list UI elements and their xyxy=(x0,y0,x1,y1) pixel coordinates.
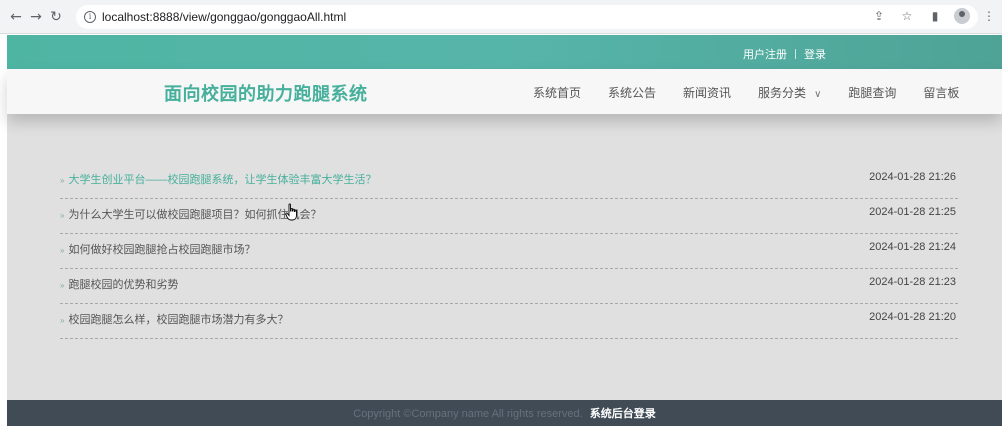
star-icon[interactable]: ☆ xyxy=(898,7,916,25)
browser-toolbar: ← → ↻ i localhost:8888/view/gonggao/gong… xyxy=(0,0,1002,34)
address-bar[interactable]: i localhost:8888/view/gonggao/gonggaoAll… xyxy=(76,4,978,29)
nav-item-service-category[interactable]: 服务分类 xyxy=(758,84,821,101)
site-info-icon[interactable]: i xyxy=(84,10,96,23)
nav-item-notices[interactable]: 系统公告 xyxy=(608,84,656,101)
profile-avatar-icon[interactable] xyxy=(954,8,970,24)
site-footer: Copyright ©Company name All rights reser… xyxy=(7,400,1002,426)
more-menu-icon[interactable]: ⋮ xyxy=(980,7,998,25)
copyright-text: Copyright ©Company name All rights reser… xyxy=(353,408,583,420)
list-item[interactable]: » 跑腿校园的优势和劣势 2024-01-28 21:23 xyxy=(60,269,958,304)
notice-date: 2024-01-28 21:20 xyxy=(869,311,956,323)
login-link[interactable]: 登录 xyxy=(804,46,826,62)
notice-title[interactable]: » 校园跑腿怎么样，校园跑腿市场潜力有多大？ xyxy=(60,311,288,327)
notice-list: » 大学生创业平台——校园跑腿系统，让学生体验丰富大学生活？ 2024-01-28… xyxy=(60,164,958,339)
notice-date: 2024-01-28 21:24 xyxy=(869,241,956,253)
url-text: localhost:8888/view/gonggao/gonggaoAll.h… xyxy=(102,9,347,24)
main-nav: 系统首页 系统公告 新闻资讯 服务分类 跑腿查询 留言板 xyxy=(533,84,986,101)
site-title[interactable]: 面向校园的助力跑腿系统 xyxy=(164,80,368,106)
hand-cursor-icon xyxy=(285,203,297,221)
notice-title[interactable]: » 如何做好校园跑腿抢占校园跑腿市场？ xyxy=(60,241,255,257)
reload-icon[interactable]: ↻ xyxy=(46,7,66,27)
list-item[interactable]: » 如何做好校园跑腿抢占校园跑腿市场？ 2024-01-28 21:24 xyxy=(60,234,958,269)
divider xyxy=(795,49,796,59)
back-arrow-icon[interactable]: ← xyxy=(6,7,26,27)
page: 用户注册 登录 面向校园的助力跑腿系统 系统首页 系统公告 新闻资讯 服务分类 … xyxy=(7,35,1002,426)
notice-title[interactable]: » 为什么大学生可以做校园跑腿项目？如何抓住机会？ xyxy=(60,206,321,222)
notice-title[interactable]: » 跑腿校园的优势和劣势 xyxy=(60,276,178,292)
nav-item-news[interactable]: 新闻资讯 xyxy=(683,84,731,101)
notice-date: 2024-01-28 21:25 xyxy=(869,206,956,218)
list-item[interactable]: » 校园跑腿怎么样，校园跑腿市场潜力有多大？ 2024-01-28 21:20 xyxy=(60,304,958,339)
nav-item-home[interactable]: 系统首页 xyxy=(533,84,581,101)
nav-item-message-board[interactable]: 留言板 xyxy=(923,84,959,101)
side-panel-icon[interactable]: ▮ xyxy=(926,7,944,25)
list-item[interactable]: » 大学生创业平台——校园跑腿系统，让学生体验丰富大学生活？ 2024-01-28… xyxy=(60,164,958,199)
share-icon[interactable]: ⇪ xyxy=(870,7,888,25)
site-header: 面向校园的助力跑腿系统 系统首页 系统公告 新闻资讯 服务分类 跑腿查询 留言板 xyxy=(7,69,1002,114)
top-bar: 用户注册 登录 xyxy=(7,35,1002,69)
nav-item-errand-query[interactable]: 跑腿查询 xyxy=(848,84,896,101)
notice-title[interactable]: » 大学生创业平台——校园跑腿系统，让学生体验丰富大学生活？ xyxy=(60,171,376,187)
notice-date: 2024-01-28 21:23 xyxy=(869,276,956,288)
register-link[interactable]: 用户注册 xyxy=(743,46,787,62)
admin-login-link[interactable]: 系统后台登录 xyxy=(590,408,656,420)
notice-date: 2024-01-28 21:26 xyxy=(869,171,956,183)
list-item[interactable]: » 为什么大学生可以做校园跑腿项目？如何抓住机会？ 2024-01-28 21:2… xyxy=(60,199,958,234)
forward-arrow-icon[interactable]: → xyxy=(26,7,46,27)
